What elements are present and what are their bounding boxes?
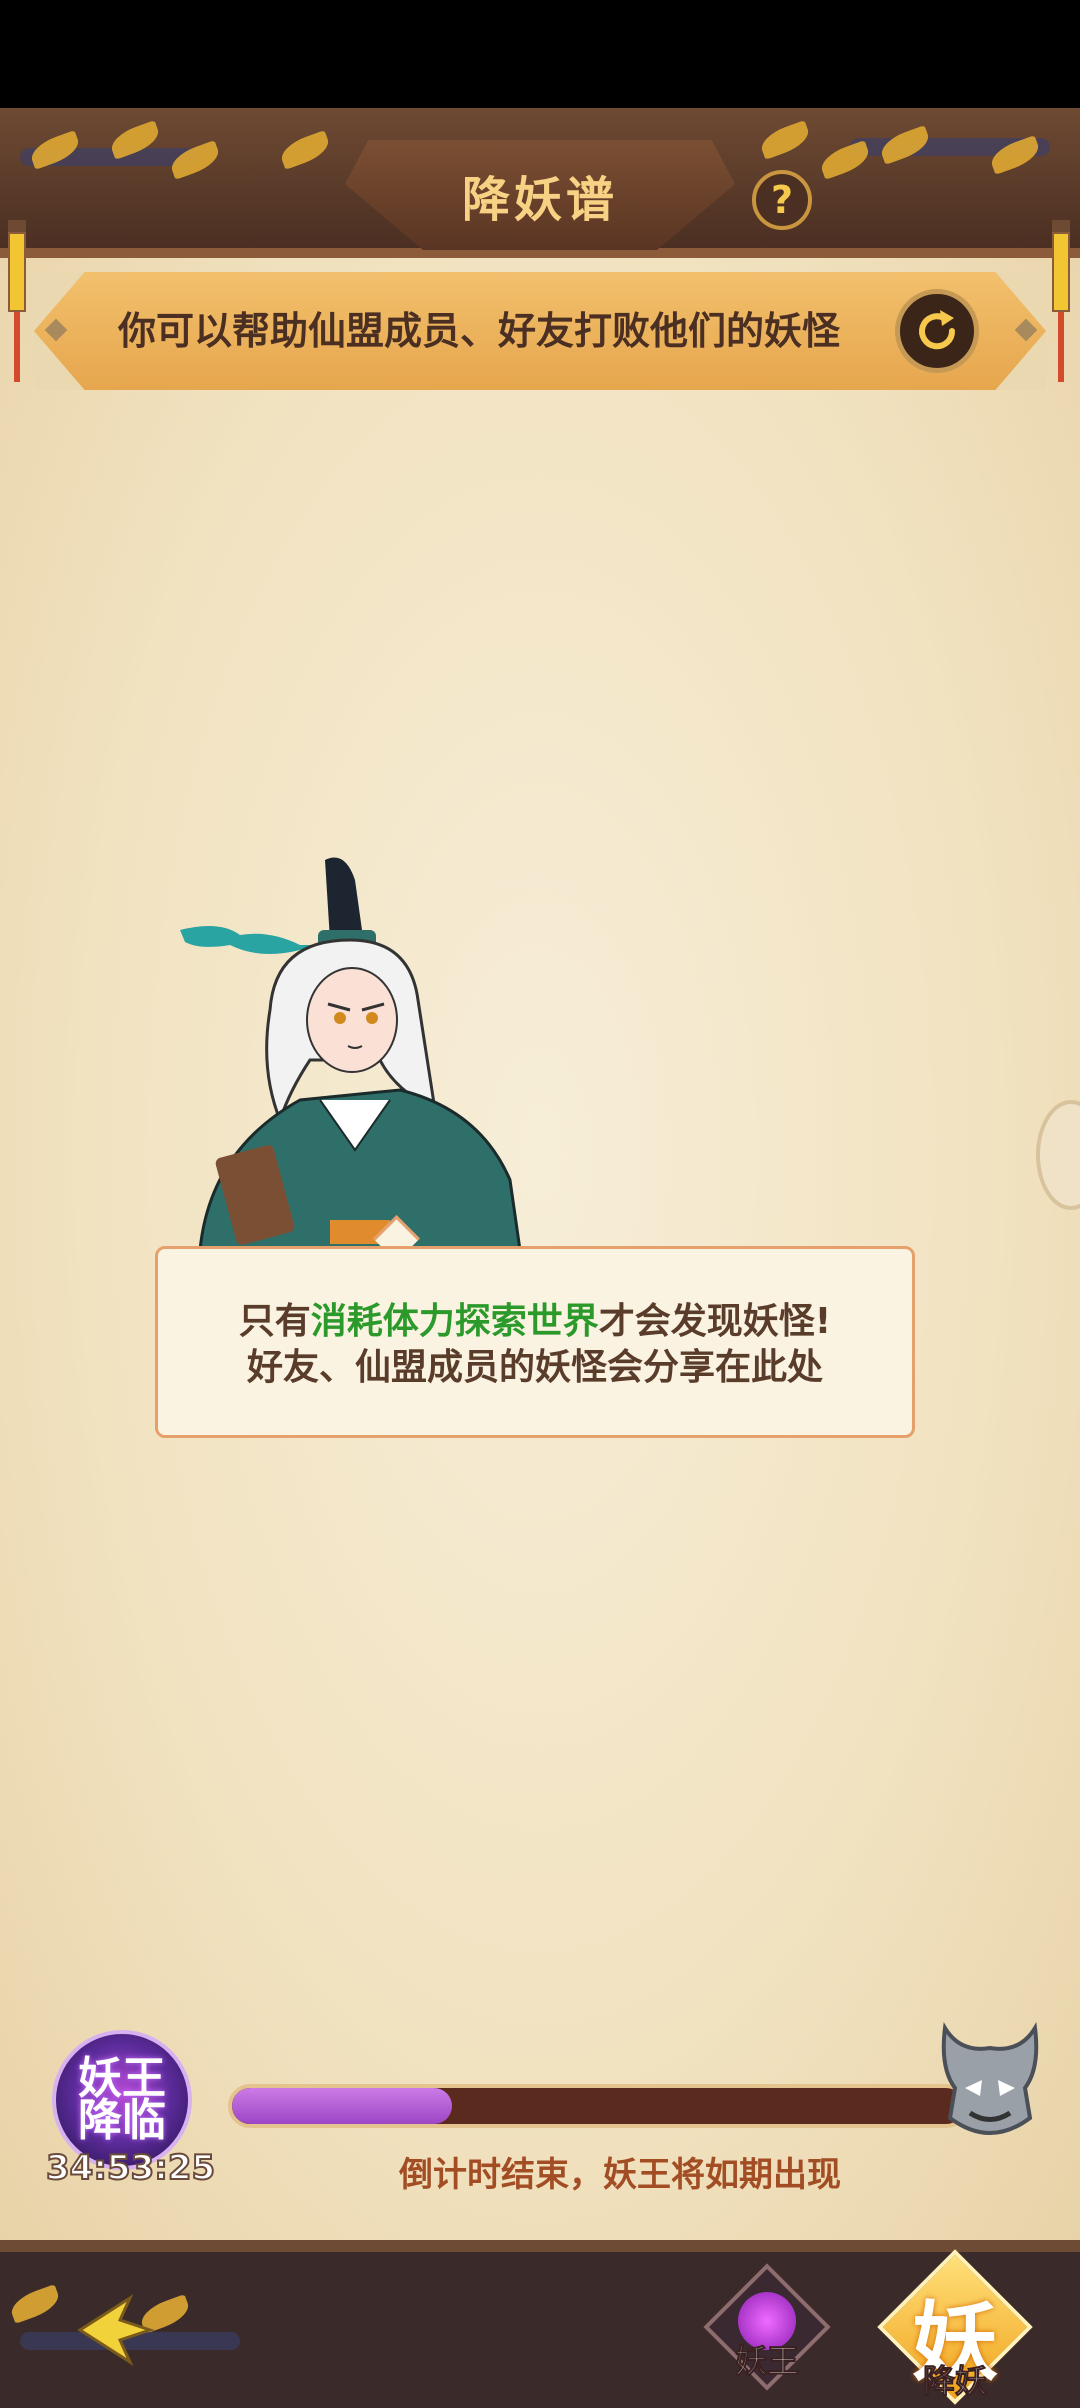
hint-speech-box: 只有消耗体力探索世界才会发现妖怪! 好友、仙盟成员的妖怪会分享在此处: [155, 1246, 915, 1438]
lantern-right: [1052, 220, 1070, 390]
demon-king-badge-text: 妖王降临: [78, 2053, 166, 2146]
hint-line-1: 只有消耗体力探索世界才会发现妖怪!: [238, 1301, 832, 1342]
sage-character-illustration: [180, 857, 522, 1250]
boss-progress-fill: [232, 2088, 452, 2124]
help-button[interactable]: ?: [752, 170, 812, 230]
refresh-icon: [919, 310, 956, 350]
status-bar: [0, 0, 1080, 108]
tab-demon-king[interactable]: 妖王: [703, 2263, 831, 2391]
boss-progress-bar: [228, 2084, 968, 2128]
help-icon: ?: [770, 178, 794, 222]
boss-timer: 34:53:25: [45, 2147, 216, 2189]
lantern-left: [8, 220, 26, 390]
info-banner-text: 你可以帮助仙盟成员、好友打败他们的妖怪: [118, 309, 841, 353]
hint-highlight: 消耗体力探索世界: [310, 1301, 599, 1342]
demon-king-head-icon: [941, 2022, 1039, 2135]
countdown-text: 倒计时结束，妖王将如期出现: [399, 2155, 841, 2195]
page-title: 降妖谱: [345, 140, 735, 250]
tab-demon-king-label: 妖王: [734, 2342, 799, 2381]
page-title-text: 降妖谱: [461, 172, 618, 228]
tab-subdue-demons[interactable]: 妖 降妖: [877, 2249, 1033, 2405]
tab-subdue-demons-label: 降妖: [922, 2362, 987, 2401]
back-arrow-icon[interactable]: [60, 2290, 160, 2370]
hint-line-2: 好友、仙盟成员的妖怪会分享在此处: [246, 1347, 823, 1388]
refresh-button[interactable]: [895, 289, 979, 373]
